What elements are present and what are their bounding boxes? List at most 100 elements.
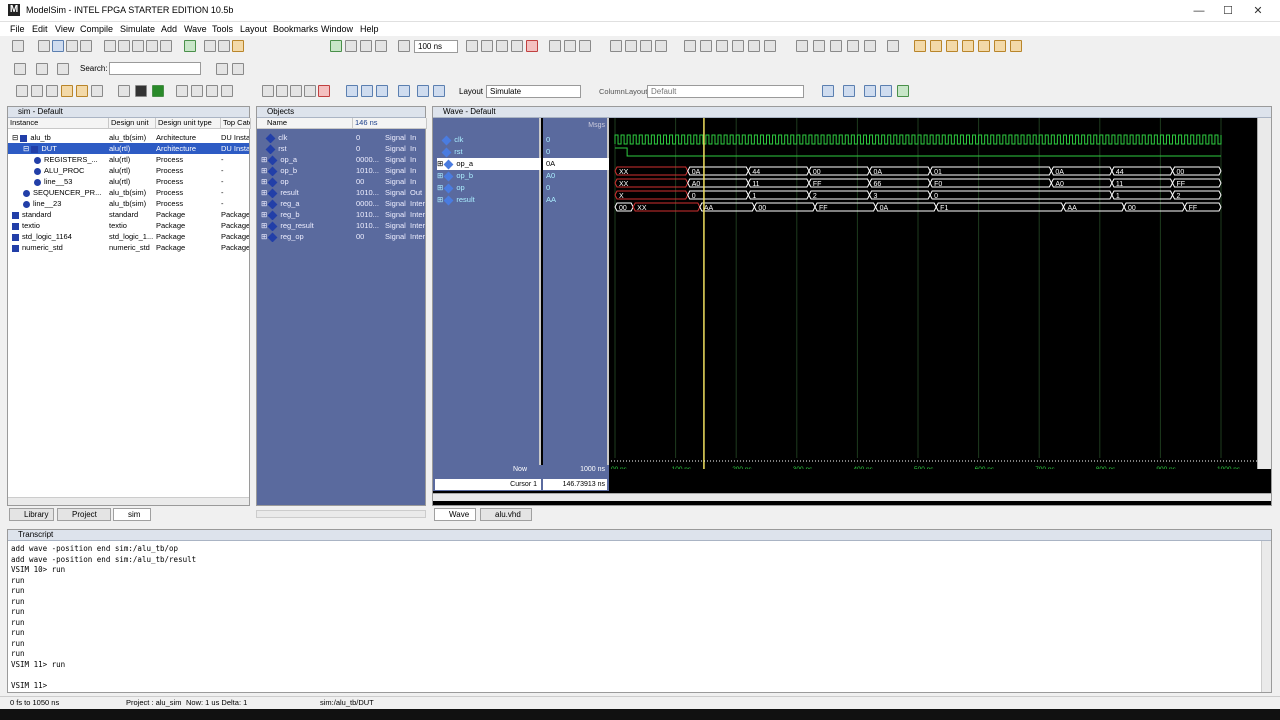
run-all-icon[interactable] bbox=[496, 40, 508, 52]
step-into-icon[interactable] bbox=[346, 85, 358, 97]
search-options-icon[interactable] bbox=[232, 63, 244, 75]
menu-window[interactable]: Window bbox=[321, 24, 353, 34]
zoom-out-icon[interactable] bbox=[31, 85, 43, 97]
close-button[interactable]: ✕ bbox=[1243, 2, 1273, 20]
wave-layout-6-icon[interactable] bbox=[206, 85, 218, 97]
minimize-button[interactable]: — bbox=[1184, 2, 1214, 20]
wave-signal-op_a[interactable]: ⊞ op_a bbox=[437, 158, 541, 170]
zoom-cursor-icon[interactable] bbox=[61, 85, 73, 97]
format-3-icon[interactable] bbox=[716, 40, 728, 52]
cursor-1-label[interactable]: Cursor 1 bbox=[435, 479, 541, 490]
object-row[interactable]: ⊞ reg_b 1010... Signal Inter bbox=[257, 209, 425, 220]
sim-col-top-cat[interactable]: Top Cate bbox=[221, 118, 251, 129]
edge-any-icon[interactable] bbox=[978, 40, 990, 52]
column-layout-select[interactable]: Default bbox=[647, 85, 804, 98]
sim-h-scrollbar[interactable] bbox=[8, 497, 249, 505]
step-back-2-icon[interactable] bbox=[398, 85, 410, 97]
step-over-2-icon[interactable] bbox=[361, 85, 373, 97]
wave-layout-7-icon[interactable] bbox=[221, 85, 233, 97]
sim-tree-row[interactable]: standard standard Package Package bbox=[8, 209, 249, 220]
objects-col-time[interactable]: 146 ns bbox=[353, 118, 427, 129]
cross-icon[interactable] bbox=[625, 40, 637, 52]
modelsim-icon[interactable] bbox=[232, 40, 244, 52]
wave-layout-5-icon[interactable] bbox=[191, 85, 203, 97]
wave-nav-5-icon[interactable] bbox=[897, 85, 909, 97]
object-row[interactable]: rst 0 Signal In bbox=[257, 143, 425, 154]
transcript-text[interactable]: add wave -position end sim:/alu_tb/op add… bbox=[11, 544, 196, 691]
zoom-region-icon[interactable] bbox=[76, 85, 88, 97]
object-row[interactable]: ⊞ reg_result 1010... Signal Inter bbox=[257, 220, 425, 231]
copy-icon[interactable] bbox=[118, 40, 130, 52]
sim-tree-row[interactable]: REGISTERS_... alu(rtl) Process - bbox=[8, 154, 249, 165]
zoom-last-icon[interactable] bbox=[91, 85, 103, 97]
hierarchy-icon[interactable] bbox=[14, 63, 26, 75]
layout-select[interactable]: Simulate bbox=[486, 85, 581, 98]
tab-sim[interactable]: sim bbox=[113, 508, 151, 521]
memory-1-icon[interactable] bbox=[262, 85, 274, 97]
wave-nav-1-icon[interactable] bbox=[822, 85, 834, 97]
zoom-mode-icon[interactable] bbox=[813, 40, 825, 52]
object-row[interactable]: clk 0 Signal In bbox=[257, 132, 425, 143]
cursor-add-icon[interactable] bbox=[864, 40, 876, 52]
menu-wave[interactable]: Wave bbox=[184, 24, 207, 34]
waveform-canvas[interactable]: XX 0A 44 00 0A 01 0A 44 00XX A0 11 FF 66 F0 A0 11 FFX 0 1 2… bbox=[611, 118, 1257, 469]
step-back-4-icon[interactable] bbox=[433, 85, 445, 97]
dataflow-icon[interactable] bbox=[887, 40, 899, 52]
step-forward-icon[interactable] bbox=[375, 40, 387, 52]
format-1-icon[interactable] bbox=[684, 40, 696, 52]
wave-signal-clk[interactable]: clk bbox=[437, 134, 541, 146]
wave-signal-rst[interactable]: rst bbox=[437, 146, 541, 158]
memory-4-icon[interactable] bbox=[304, 85, 316, 97]
delete-wave-icon[interactable] bbox=[610, 40, 622, 52]
edge-next-icon[interactable] bbox=[930, 40, 942, 52]
memory-3-icon[interactable] bbox=[290, 85, 302, 97]
menu-simulate[interactable]: Simulate bbox=[120, 24, 155, 34]
step-out-2-icon[interactable] bbox=[376, 85, 388, 97]
sim-tree-row[interactable]: numeric_std numeric_std Package Package bbox=[8, 242, 249, 253]
zoom-full-icon[interactable] bbox=[46, 85, 58, 97]
pan-icon[interactable] bbox=[830, 40, 842, 52]
align-icon[interactable] bbox=[847, 40, 859, 52]
format-5-icon[interactable] bbox=[748, 40, 760, 52]
menu-bookmarks[interactable]: Bookmarks bbox=[273, 24, 318, 34]
step-back-3-icon[interactable] bbox=[417, 85, 429, 97]
object-row[interactable]: ⊞ op_a 0000... Signal In bbox=[257, 154, 425, 165]
maximize-button[interactable]: ☐ bbox=[1213, 2, 1243, 20]
format-2-icon[interactable] bbox=[700, 40, 712, 52]
sim-col-design-unit[interactable]: Design unit bbox=[109, 118, 156, 129]
wave-nav-3-icon[interactable] bbox=[864, 85, 876, 97]
tree-collapse-icon[interactable]: ⊟ bbox=[12, 133, 20, 142]
save-icon[interactable] bbox=[52, 40, 64, 52]
step-over-icon[interactable] bbox=[564, 40, 576, 52]
edge-last-icon[interactable] bbox=[1010, 40, 1022, 52]
sim-tree-row[interactable]: ⊟ alu_tb alu_tb(sim) Architecture DU Insta bbox=[8, 132, 249, 143]
wave-layout-2-icon[interactable] bbox=[135, 85, 147, 97]
wave-layout-1-icon[interactable] bbox=[118, 85, 130, 97]
sim-tree-row[interactable]: ALU_PROC alu(rtl) Process - bbox=[8, 165, 249, 176]
edge-rise-icon[interactable] bbox=[946, 40, 958, 52]
sim-tree-row[interactable]: ⊟ DUT alu(rtl) Architecture DU Insta bbox=[8, 143, 249, 154]
menu-add[interactable]: Add bbox=[161, 24, 177, 34]
edit-icon[interactable] bbox=[640, 40, 652, 52]
sim-tree-row[interactable]: line__53 alu(rtl) Process - bbox=[8, 176, 249, 187]
wave-signal-result[interactable]: ⊞ result bbox=[437, 194, 541, 206]
edge-first-icon[interactable] bbox=[994, 40, 1006, 52]
menu-layout[interactable]: Layout bbox=[240, 24, 267, 34]
find-replace-icon[interactable] bbox=[218, 40, 230, 52]
format-4-icon[interactable] bbox=[732, 40, 744, 52]
print-icon[interactable] bbox=[80, 40, 92, 52]
step-icon[interactable] bbox=[549, 40, 561, 52]
menu-compile[interactable]: Compile bbox=[80, 24, 113, 34]
edge-prev-icon[interactable] bbox=[914, 40, 926, 52]
objects-col-name[interactable]: Name bbox=[257, 118, 353, 129]
continue-icon[interactable] bbox=[481, 40, 493, 52]
zoom-in-icon[interactable] bbox=[16, 85, 28, 97]
wave-signal-op_b[interactable]: ⊞ op_b bbox=[437, 170, 541, 182]
paste-icon[interactable] bbox=[132, 40, 144, 52]
sim-tree-row[interactable]: textio textio Package Package bbox=[8, 220, 249, 231]
wave-tool-icon[interactable] bbox=[655, 40, 667, 52]
step-back-icon[interactable] bbox=[360, 40, 372, 52]
memory-2-icon[interactable] bbox=[276, 85, 288, 97]
format-6-icon[interactable] bbox=[764, 40, 776, 52]
wave-h-scrollbar[interactable] bbox=[433, 493, 1271, 501]
